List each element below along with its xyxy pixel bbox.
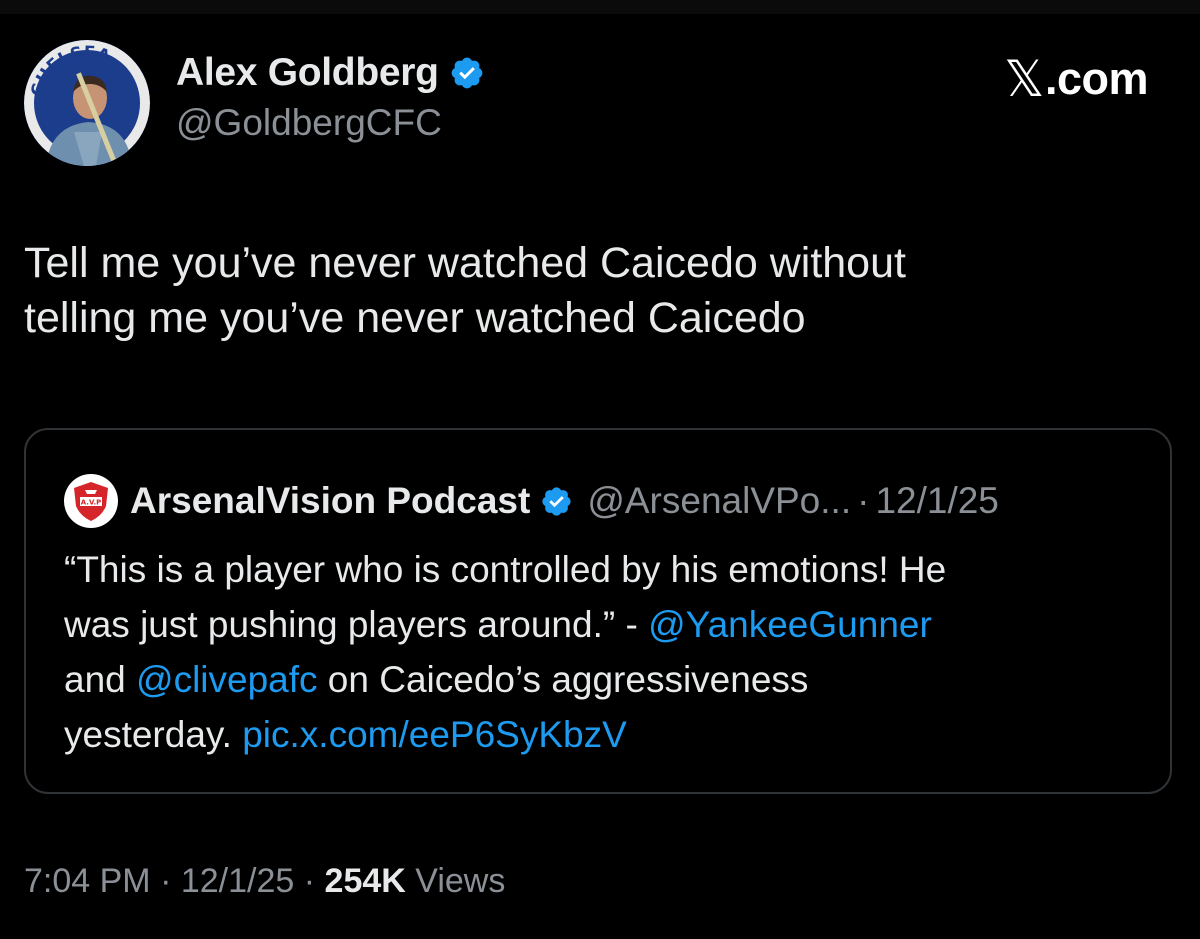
separator-dot: · xyxy=(857,480,870,521)
quoted-text-segment: was just pushing players around.” - xyxy=(64,604,649,645)
quoted-text-segment: yesterday. xyxy=(64,714,243,755)
author-name-row: Alex Goldberg xyxy=(176,48,485,98)
quoted-text-segment: and xyxy=(64,659,137,700)
mention-link-clivepafc[interactable]: @clivepafc xyxy=(136,659,318,700)
quoted-text-line: and @clivepafc on Caicedo’s aggressivene… xyxy=(64,652,1144,707)
verified-badge-icon xyxy=(451,57,483,89)
mention-link-yankeegunner[interactable]: @YankeeGunner xyxy=(648,604,932,645)
quoted-display-name[interactable]: ArsenalVision Podcast xyxy=(130,480,530,522)
tweet-text-line: Tell me you’ve never watched Caicedo wit… xyxy=(24,239,906,287)
tweet-date[interactable]: 12/1/25 xyxy=(181,862,294,900)
author-display-name[interactable]: Alex Goldberg xyxy=(176,51,439,95)
quoted-tweet-text: “This is a player who is controlled by h… xyxy=(64,542,1144,762)
quoted-tweet-header: A.V.P ArsenalVision Podcast @ArsenalVPo.… xyxy=(64,474,999,528)
quoted-date[interactable]: 12/1/25 xyxy=(875,480,998,522)
quoted-text-line: “This is a player who is controlled by h… xyxy=(64,549,947,590)
quoted-text-line: was just pushing players around.” - @Yan… xyxy=(64,597,1144,652)
views-count[interactable]: 254K xyxy=(325,862,406,900)
quoted-text-segment: on Caicedo’s aggressiveness xyxy=(317,659,809,700)
quoted-handle[interactable]: @ArsenalVPo... xyxy=(587,480,851,522)
author-block: Alex Goldberg @GoldbergCFC xyxy=(176,48,485,144)
quoted-text-line: yesterday. pic.x.com/eeP6SyKbzV xyxy=(64,707,1144,762)
author-handle[interactable]: @GoldbergCFC xyxy=(176,102,485,144)
arsenalvision-shield-icon: A.V.P xyxy=(74,482,108,521)
quoted-avatar[interactable]: A.V.P xyxy=(64,474,118,528)
separator-dot: · xyxy=(303,862,316,900)
x-logo-icon: 𝕏 xyxy=(1004,50,1044,108)
x-logo-text: .com xyxy=(1044,53,1149,104)
views-label: Views xyxy=(415,862,506,900)
verified-badge-icon xyxy=(542,486,571,516)
separator-dot: · xyxy=(160,862,172,900)
tweet-text-line: telling me you’ve never watched Caicedo xyxy=(24,294,806,342)
tweet-text: Tell me you’ve never watched Caicedo wit… xyxy=(24,236,1164,346)
pic-link[interactable]: pic.x.com/eeP6SyKbzV xyxy=(242,714,627,755)
tweet-footer-meta: 7:04 PM · 12/1/25 · 254K Views xyxy=(24,862,505,901)
x-com-logo: 𝕏 .com xyxy=(1004,50,1148,108)
top-edge-strip xyxy=(0,0,1200,14)
tweet-time[interactable]: 7:04 PM xyxy=(24,862,151,900)
author-avatar[interactable]: CHELSEA xyxy=(24,40,150,166)
avatar-image: CHELSEA xyxy=(24,40,150,166)
quoted-tweet-card[interactable]: A.V.P ArsenalVision Podcast @ArsenalVPo.… xyxy=(24,428,1172,794)
shield-text: A.V.P xyxy=(81,499,102,507)
